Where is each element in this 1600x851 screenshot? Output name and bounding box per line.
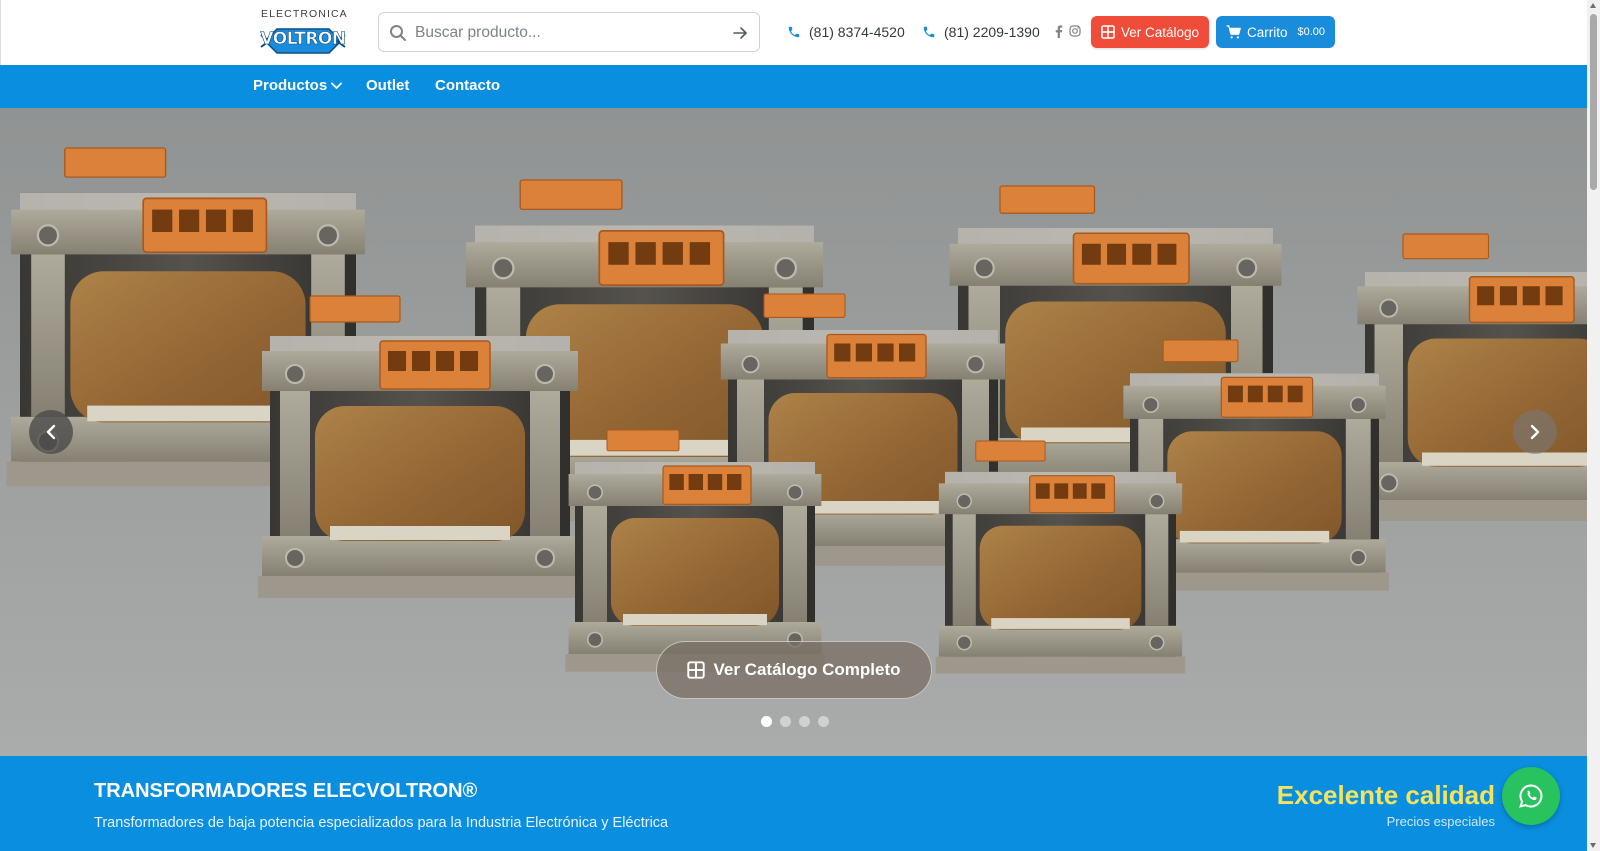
nav-item-productos[interactable]: Productos xyxy=(253,77,343,94)
whatsapp-button[interactable] xyxy=(1502,767,1560,825)
cart-amount: $0.00 xyxy=(1297,26,1326,38)
main-nav: Productos Outlet Contacto xyxy=(0,65,1587,108)
banner-title: TRANSFORMADORES ELECVOLTRON® xyxy=(94,780,478,802)
hero-carousel: Ver Catálogo Completo xyxy=(0,108,1587,756)
phone-link-2[interactable]: (81) 2209-1390 xyxy=(922,22,1040,42)
promo-banner: TRANSFORMADORES ELECVOLTRON® Transformad… xyxy=(0,756,1587,851)
facebook-icon[interactable] xyxy=(1053,24,1065,38)
nav-item-label: Productos xyxy=(253,77,328,94)
chevron-down-icon xyxy=(331,82,343,89)
carousel-indicators xyxy=(761,716,829,727)
carousel-prev-button[interactable] xyxy=(29,410,73,454)
search-input[interactable] xyxy=(415,19,715,47)
phone-icon xyxy=(923,26,935,38)
phone-label: (81) 2209-1390 xyxy=(944,24,1040,40)
search-box xyxy=(378,12,760,52)
grid-icon xyxy=(1101,25,1115,39)
carousel-dot[interactable] xyxy=(780,716,791,727)
arrow-right-icon[interactable] xyxy=(731,24,749,42)
carousel-dot[interactable] xyxy=(818,716,829,727)
logo-word: VOLTRON xyxy=(260,29,346,50)
hero-cta-label: Ver Catálogo Completo xyxy=(713,660,901,679)
quality-heading: Excelente calidad xyxy=(1276,780,1495,810)
nav-item-label: Outlet xyxy=(366,77,410,94)
page: ELECTRONICA VOLTRON (81) 8374-4 xyxy=(0,0,1600,851)
carousel-dot[interactable] xyxy=(799,716,810,727)
quality-subtitle: Precios especiales xyxy=(1386,814,1495,829)
page-scrollbar[interactable] xyxy=(1587,0,1600,851)
social-links xyxy=(1053,24,1081,38)
scrollbar-thumb[interactable] xyxy=(1590,14,1597,190)
cart-button[interactable]: Carrito $0.00 xyxy=(1216,16,1335,48)
catalog-button-label: Ver Catálogo xyxy=(1120,24,1200,40)
site-logo[interactable]: ELECTRONICA VOLTRON xyxy=(259,6,347,60)
catalog-button[interactable]: Ver Catálogo xyxy=(1091,16,1209,48)
nav-item-label: Contacto xyxy=(435,77,500,94)
logo-top-text: ELECTRONICA xyxy=(261,8,348,20)
cart-button-label: Carrito xyxy=(1246,24,1288,40)
nav-item-contacto[interactable]: Contacto xyxy=(435,77,500,94)
nav-item-outlet[interactable]: Outlet xyxy=(366,77,409,94)
cart-icon xyxy=(1226,25,1241,39)
carousel-dot[interactable] xyxy=(761,716,772,727)
banner-subtitle: Transformadores de baja potencia especia… xyxy=(94,815,669,831)
phone-icon xyxy=(788,26,800,38)
view-full-catalog-button[interactable]: Ver Catálogo Completo xyxy=(656,641,932,699)
grid-icon xyxy=(687,661,706,679)
scroll-down-icon[interactable] xyxy=(1590,843,1596,848)
chevron-left-icon xyxy=(46,424,56,440)
phone-label: (81) 8374-4520 xyxy=(809,24,905,40)
header: ELECTRONICA VOLTRON (81) 8374-4 xyxy=(0,0,1587,65)
chevron-right-icon xyxy=(1530,424,1540,440)
instagram-icon[interactable] xyxy=(1069,24,1081,38)
whatsapp-icon xyxy=(1519,784,1543,808)
phone-link-1[interactable]: (81) 8374-4520 xyxy=(787,22,905,42)
carousel-next-button[interactable] xyxy=(1513,410,1557,454)
search-icon xyxy=(390,25,406,41)
scroll-up-icon[interactable] xyxy=(1590,3,1596,8)
